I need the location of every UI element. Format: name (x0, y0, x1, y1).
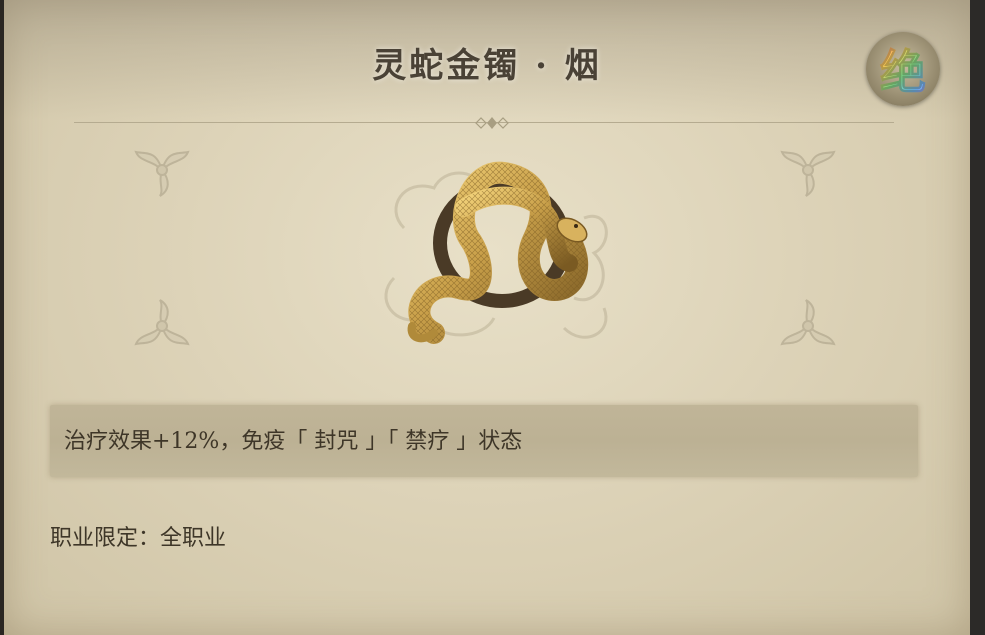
fleur-ornament-icon (780, 150, 836, 197)
window-edge (970, 0, 985, 635)
diamond-ornament-icon (475, 117, 509, 129)
item-tooltip-panel: 灵蛇金镯 · 烟 绝 治疗效果+12%，免疫「 封咒 」「 禁疗 」状态 职业限… (4, 0, 970, 635)
effect-text: 治疗效果+12%，免疫「 封咒 」「 禁疗 」状态 (64, 429, 523, 454)
class-requirement: 职业限定：全职业 (50, 520, 226, 552)
effect-bar: 治疗效果+12%，免疫「 封咒 」「 禁疗 」状态 (50, 405, 918, 477)
item-title: 灵蛇金镯 · 烟 (372, 46, 602, 86)
rarity-badge: 绝 (866, 32, 940, 106)
rarity-label: 绝 (880, 36, 927, 102)
class-requirement-value: 全职业 (160, 526, 227, 551)
class-requirement-label: 职业限定： (50, 526, 161, 551)
fleur-ornament-icon (134, 299, 190, 346)
fleur-ornament-icon (780, 299, 836, 346)
fleur-ornament-icon (134, 150, 190, 197)
golden-snake-bracelet-icon (384, 161, 608, 344)
